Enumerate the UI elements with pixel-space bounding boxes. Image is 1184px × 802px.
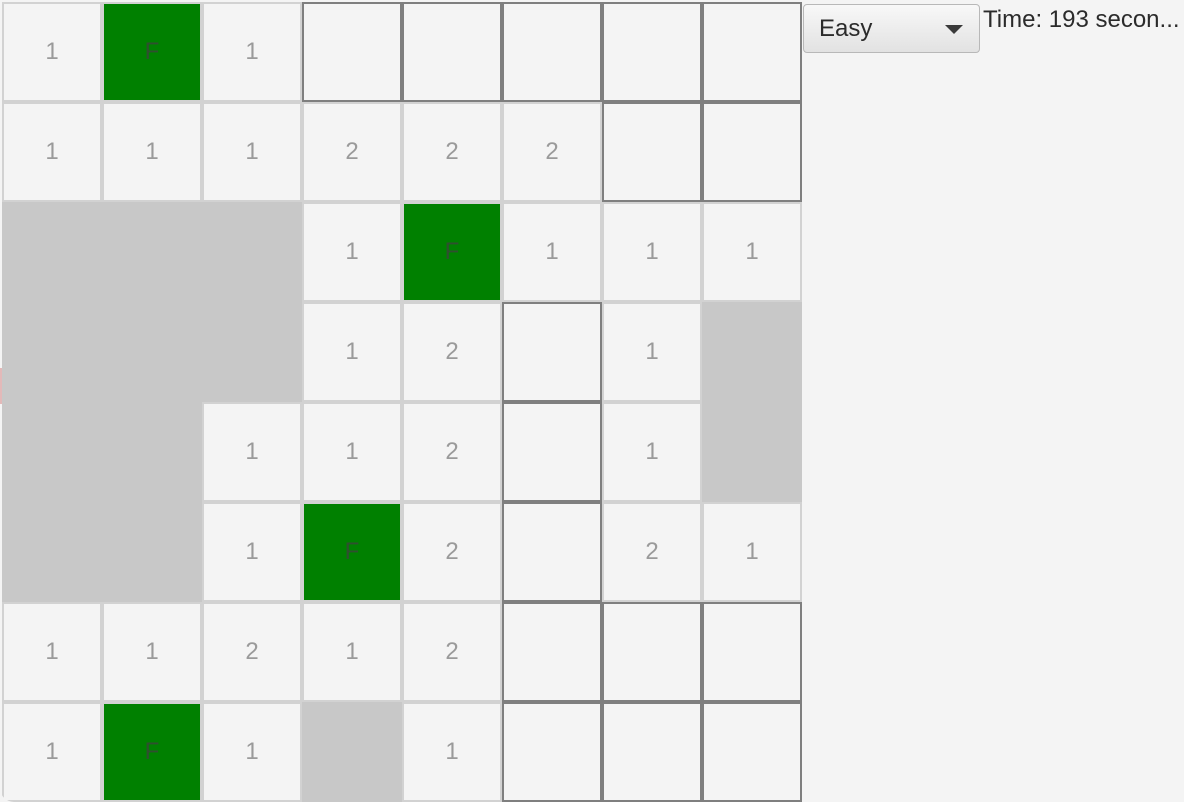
revealed-cell-r1-c5[interactable]: 2 bbox=[502, 102, 602, 202]
revealed-cell-r2-c5[interactable]: 1 bbox=[502, 202, 602, 302]
empty-cell-r2-c0[interactable] bbox=[2, 202, 102, 302]
hidden-cell-r0-c3[interactable] bbox=[302, 2, 402, 102]
hidden-cell-r3-c5[interactable] bbox=[502, 302, 602, 402]
revealed-cell-r2-c3[interactable]: 1 bbox=[302, 202, 402, 302]
empty-cell-r3-c7[interactable] bbox=[702, 302, 802, 402]
revealed-cell-r4-c2[interactable]: 1 bbox=[202, 402, 302, 502]
empty-cell-r3-c0[interactable] bbox=[2, 302, 102, 402]
hidden-cell-r6-c7[interactable] bbox=[702, 602, 802, 702]
hidden-cell-r0-c6[interactable] bbox=[602, 2, 702, 102]
difficulty-selected-label: Easy bbox=[819, 14, 873, 42]
revealed-cell-r3-c3[interactable]: 1 bbox=[302, 302, 402, 402]
empty-cell-r4-c7[interactable] bbox=[702, 402, 802, 502]
empty-cell-r3-c1[interactable] bbox=[102, 302, 202, 402]
empty-cell-r2-c2[interactable] bbox=[202, 202, 302, 302]
empty-cell-r5-c0[interactable] bbox=[2, 502, 102, 602]
hidden-cell-r5-c5[interactable] bbox=[502, 502, 602, 602]
hidden-cell-r1-c6[interactable] bbox=[602, 102, 702, 202]
revealed-cell-r5-c7[interactable]: 1 bbox=[702, 502, 802, 602]
empty-cell-r4-c0[interactable] bbox=[2, 402, 102, 502]
flagged-cell-r0-c1[interactable]: F bbox=[102, 2, 202, 102]
revealed-cell-r2-c6[interactable]: 1 bbox=[602, 202, 702, 302]
empty-cell-r5-c1[interactable] bbox=[102, 502, 202, 602]
game-window: 1F11112221F11112111211F221112121F11 Easy… bbox=[0, 0, 1184, 802]
flagged-cell-r7-c1[interactable]: F bbox=[102, 702, 202, 802]
revealed-cell-r6-c4[interactable]: 2 bbox=[402, 602, 502, 702]
revealed-cell-r1-c3[interactable]: 2 bbox=[302, 102, 402, 202]
revealed-cell-r7-c0[interactable]: 1 bbox=[2, 702, 102, 802]
difficulty-dropdown[interactable]: Easy bbox=[803, 4, 980, 53]
revealed-cell-r1-c0[interactable]: 1 bbox=[2, 102, 102, 202]
hidden-cell-r0-c4[interactable] bbox=[402, 2, 502, 102]
hidden-cell-r0-c7[interactable] bbox=[702, 2, 802, 102]
empty-cell-r4-c1[interactable] bbox=[102, 402, 202, 502]
revealed-cell-r7-c4[interactable]: 1 bbox=[402, 702, 502, 802]
revealed-cell-r4-c4[interactable]: 2 bbox=[402, 402, 502, 502]
time-label: Time: 193 secon... bbox=[983, 6, 1180, 33]
revealed-cell-r2-c7[interactable]: 1 bbox=[702, 202, 802, 302]
hidden-cell-r7-c6[interactable] bbox=[602, 702, 702, 802]
revealed-cell-r0-c2[interactable]: 1 bbox=[202, 2, 302, 102]
hidden-cell-r0-c5[interactable] bbox=[502, 2, 602, 102]
revealed-cell-r1-c1[interactable]: 1 bbox=[102, 102, 202, 202]
empty-cell-r3-c2[interactable] bbox=[202, 302, 302, 402]
revealed-cell-r6-c1[interactable]: 1 bbox=[102, 602, 202, 702]
revealed-cell-r5-c6[interactable]: 2 bbox=[602, 502, 702, 602]
hidden-cell-r7-c5[interactable] bbox=[502, 702, 602, 802]
hidden-cell-r6-c5[interactable] bbox=[502, 602, 602, 702]
revealed-cell-r4-c3[interactable]: 1 bbox=[302, 402, 402, 502]
revealed-cell-r1-c2[interactable]: 1 bbox=[202, 102, 302, 202]
revealed-cell-r7-c2[interactable]: 1 bbox=[202, 702, 302, 802]
revealed-cell-r1-c4[interactable]: 2 bbox=[402, 102, 502, 202]
revealed-cell-r3-c4[interactable]: 2 bbox=[402, 302, 502, 402]
revealed-cell-r6-c3[interactable]: 1 bbox=[302, 602, 402, 702]
revealed-cell-r6-c2[interactable]: 2 bbox=[202, 602, 302, 702]
hidden-cell-r4-c5[interactable] bbox=[502, 402, 602, 502]
revealed-cell-r0-c0[interactable]: 1 bbox=[2, 2, 102, 102]
revealed-cell-r5-c4[interactable]: 2 bbox=[402, 502, 502, 602]
revealed-cell-r5-c2[interactable]: 1 bbox=[202, 502, 302, 602]
hidden-cell-r7-c7[interactable] bbox=[702, 702, 802, 802]
flagged-cell-r2-c4[interactable]: F bbox=[402, 202, 502, 302]
hidden-cell-r1-c7[interactable] bbox=[702, 102, 802, 202]
revealed-cell-r4-c6[interactable]: 1 bbox=[602, 402, 702, 502]
revealed-cell-r3-c6[interactable]: 1 bbox=[602, 302, 702, 402]
flagged-cell-r5-c3[interactable]: F bbox=[302, 502, 402, 602]
revealed-cell-r6-c0[interactable]: 1 bbox=[2, 602, 102, 702]
empty-cell-r7-c3[interactable] bbox=[302, 702, 402, 802]
chevron-down-icon bbox=[945, 25, 963, 34]
empty-cell-r2-c1[interactable] bbox=[102, 202, 202, 302]
hidden-cell-r6-c6[interactable] bbox=[602, 602, 702, 702]
minefield-board: 1F11112221F11112111211F221112121F11 bbox=[2, 2, 802, 802]
